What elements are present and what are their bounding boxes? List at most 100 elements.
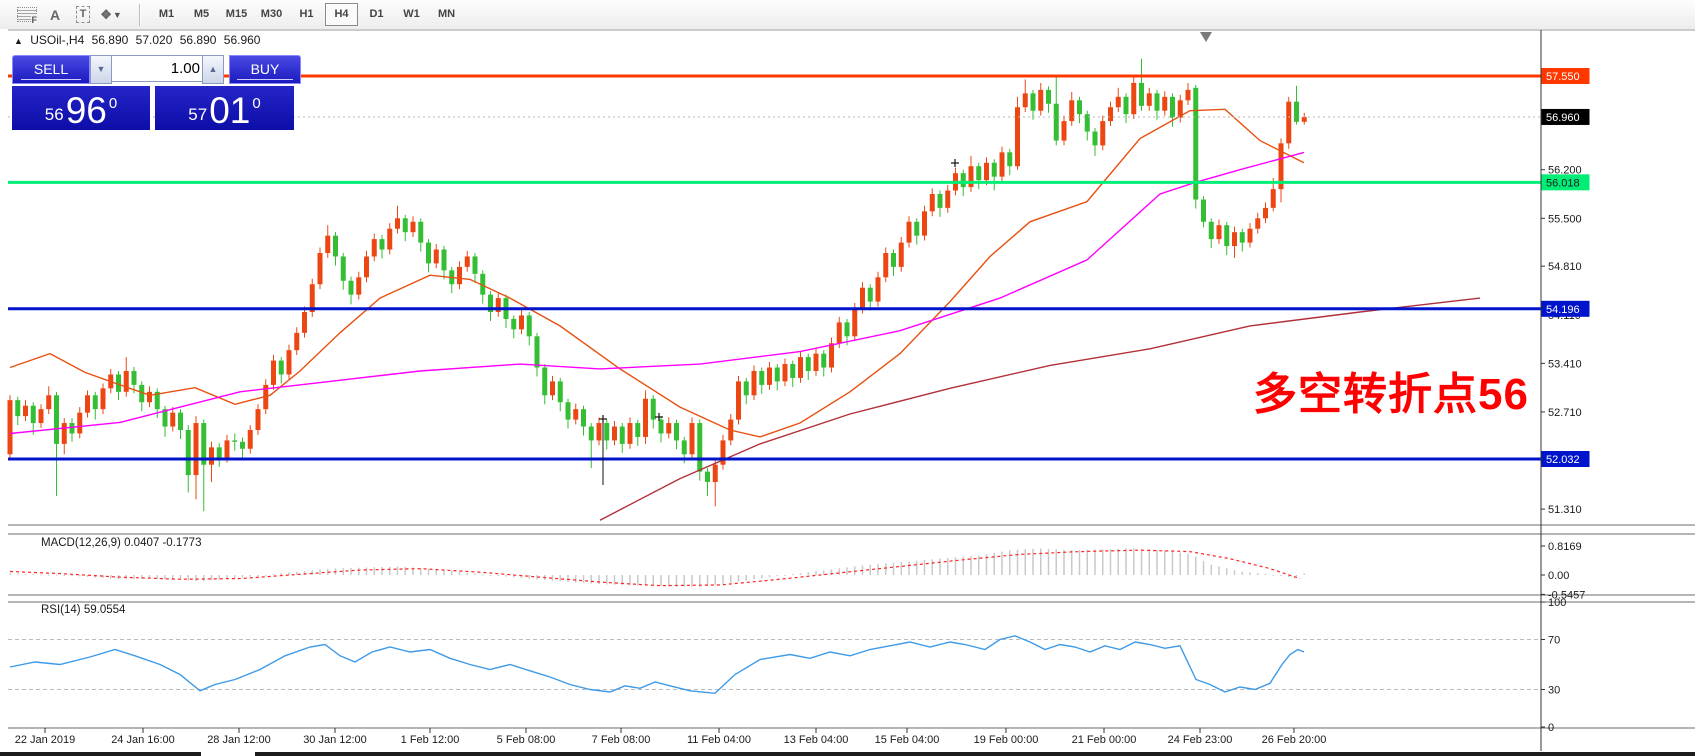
timeframe-button-d1[interactable]: D1: [360, 3, 393, 26]
macd-histogram-bar: [978, 556, 980, 575]
timeframe-button-h4[interactable]: H4: [325, 3, 358, 26]
candle: [15, 400, 20, 416]
timeframe-button-m5[interactable]: M5: [185, 3, 218, 26]
candle: [132, 371, 137, 385]
price-tick-label: 51.310: [1548, 504, 1582, 516]
shapes-icon[interactable]: ❖ ▼: [100, 4, 122, 26]
volume-input[interactable]: [111, 55, 205, 82]
macd-histogram-bar: [1296, 575, 1298, 576]
candle: [806, 357, 811, 371]
buy-button[interactable]: BUY: [229, 55, 301, 84]
macd-histogram-bar: [1172, 552, 1174, 575]
macd-histogram-bar: [1280, 575, 1282, 576]
macd-histogram-bar: [296, 572, 298, 575]
macd-histogram-bar: [722, 575, 724, 584]
macd-histogram-bar: [195, 575, 197, 581]
candle: [876, 277, 881, 301]
symbol-arrow-icon: ▲: [14, 36, 23, 46]
rsi-axis-label: 100: [1548, 597, 1566, 609]
macd-histogram-bar: [846, 567, 848, 575]
macd-histogram-bar: [110, 575, 112, 579]
candle: [380, 239, 385, 249]
macd-histogram-bar: [1087, 550, 1089, 575]
candle: [1054, 104, 1059, 141]
macd-histogram-bar: [1211, 565, 1213, 575]
candle: [387, 229, 392, 250]
macd-histogram-bar: [753, 575, 755, 579]
macd-histogram-bar: [428, 569, 430, 575]
rsi-axis-label: 70: [1548, 635, 1560, 647]
macd-histogram-bar: [25, 574, 27, 575]
timeframe-button-m30[interactable]: M30: [255, 3, 288, 26]
candle: [798, 357, 803, 378]
macd-histogram-bar: [281, 573, 283, 575]
candle: [1224, 225, 1229, 246]
timeframe-button-m1[interactable]: M1: [150, 3, 183, 26]
macd-histogram-bar: [40, 574, 42, 575]
sell-price-pips: 96: [66, 94, 107, 128]
macd-histogram-bar: [482, 575, 484, 576]
fibonacci-grid-icon[interactable]: F: [16, 4, 38, 26]
buy-price-point: 0: [252, 95, 260, 112]
one-click-trading-panel: SELL ▼ ▲ BUY 56 96 0 57 01 0: [12, 55, 299, 128]
candle: [1294, 102, 1299, 122]
candle: [473, 256, 478, 273]
chevron-down-icon: ▼: [113, 10, 122, 20]
macd-histogram-bar: [1094, 550, 1096, 575]
candle: [1116, 97, 1121, 107]
candle: [907, 222, 912, 243]
candle: [1062, 121, 1067, 140]
candle: [976, 166, 981, 180]
macd-label: MACD(12,26,9) 0.0407 -0.1773: [41, 537, 201, 549]
macd-histogram-bar: [474, 574, 476, 575]
ohlc-low: 56.890: [180, 33, 217, 47]
candle: [659, 420, 664, 434]
candle: [232, 440, 237, 441]
toolbar: F A T ❖ ▼ M1M5M15M30H1H4D1W1MN: [0, 0, 1695, 30]
candle: [589, 427, 594, 441]
macd-histogram-bar: [598, 575, 600, 584]
macd-histogram-bar: [567, 575, 569, 582]
macd-axis-label: 0.8169: [1548, 541, 1582, 553]
timeframe-button-mn[interactable]: MN: [430, 3, 463, 26]
macd-histogram-bar: [707, 575, 709, 586]
timeframe-button-w1[interactable]: W1: [395, 3, 428, 26]
timeframe-button-m15[interactable]: M15: [220, 3, 253, 26]
candle: [194, 423, 199, 475]
candle: [364, 256, 369, 277]
text-box-icon[interactable]: T: [72, 4, 94, 26]
ohlc-high: 57.020: [136, 33, 173, 47]
macd-histogram-bar: [1156, 550, 1158, 575]
candle: [620, 427, 625, 444]
timeframe-button-h1[interactable]: H1: [290, 3, 323, 26]
candle: [961, 173, 966, 187]
buy-price-quote[interactable]: 57 01 0: [155, 86, 294, 130]
candle: [124, 371, 129, 392]
macd-histogram-bar: [1257, 573, 1259, 575]
macd-histogram-bar: [715, 575, 717, 585]
candle: [1201, 200, 1206, 222]
macd-histogram-bar: [257, 575, 259, 576]
macd-histogram-bar: [1242, 572, 1244, 575]
candle: [930, 194, 935, 211]
sell-button[interactable]: SELL: [12, 55, 90, 84]
volume-increase-button[interactable]: ▲: [202, 55, 224, 84]
candle: [372, 239, 377, 256]
candle: [922, 211, 927, 235]
macd-values: 0.0407 -0.1773: [124, 537, 201, 549]
macd-histogram-bar: [877, 564, 879, 575]
sell-price-quote[interactable]: 56 96 0: [12, 86, 150, 130]
macd-histogram-bar: [451, 571, 453, 575]
text-label-icon[interactable]: A: [44, 4, 66, 26]
macd-histogram-bar: [777, 575, 779, 576]
macd-histogram-bar: [467, 573, 469, 575]
candle: [1232, 232, 1237, 246]
macd-histogram-bar: [730, 575, 732, 583]
macd-histogram-bar: [1249, 572, 1251, 575]
candle: [8, 400, 13, 454]
macd-histogram-bar: [1079, 550, 1081, 575]
volume-decrease-button[interactable]: ▼: [90, 55, 112, 84]
candle: [1170, 97, 1175, 118]
candle: [426, 243, 431, 264]
candle: [1255, 218, 1260, 228]
